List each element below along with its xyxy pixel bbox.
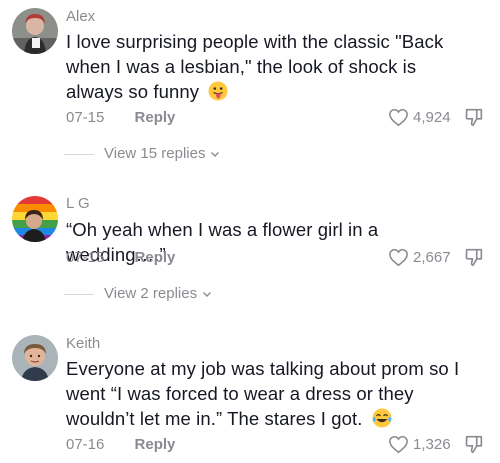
comment-author[interactable]: Keith (66, 335, 100, 353)
view-replies-button[interactable]: View 15 replies (64, 145, 221, 163)
dislike-button[interactable] (463, 106, 485, 128)
reply-button[interactable]: Reply (135, 436, 176, 454)
reply-button[interactable]: Reply (135, 249, 176, 267)
dislike-button[interactable] (463, 433, 485, 455)
dislike-icon (465, 435, 483, 454)
comment-date: 07-16 (66, 436, 105, 453)
comment-author[interactable]: Alex (66, 8, 95, 26)
view-replies-button[interactable]: View 2 replies (64, 285, 213, 303)
heart-icon (388, 435, 409, 454)
heart-icon (388, 248, 409, 267)
view-replies-label: View 15 replies (104, 145, 206, 162)
comment-meta: 07-15 Reply (66, 249, 175, 267)
like-button[interactable]: 1,326 (388, 435, 451, 454)
reply-button[interactable]: Reply (135, 109, 176, 127)
chevron-down-icon (201, 288, 213, 300)
dislike-icon (465, 248, 483, 267)
comment-text-content: I love surprising people with the classi… (66, 31, 444, 102)
like-button[interactable]: 4,924 (388, 108, 451, 127)
comment-text: Everyone at my job was talking about pro… (66, 356, 466, 431)
comment-meta: 07-16 Reply (66, 436, 175, 454)
avatar[interactable] (12, 8, 58, 54)
like-count: 4,924 (413, 108, 451, 126)
view-replies-label: View 2 replies (104, 285, 198, 302)
comment-meta: 07-15 Reply (66, 109, 175, 127)
tears-of-joy-emoji-icon (372, 408, 392, 428)
like-count: 1,326 (413, 435, 451, 453)
dislike-button[interactable] (463, 246, 485, 268)
chevron-down-icon (209, 148, 221, 160)
divider (64, 153, 94, 155)
dislike-icon (465, 108, 483, 127)
comment-text-content: Everyone at my job was talking about pro… (66, 358, 460, 429)
comment-date: 07-15 (66, 249, 105, 266)
heart-icon (388, 108, 409, 127)
avatar[interactable] (12, 335, 58, 381)
like-button[interactable]: 2,667 (388, 248, 451, 267)
comment-date: 07-15 (66, 109, 105, 126)
comment-author[interactable]: L G (66, 195, 90, 213)
like-count: 2,667 (413, 248, 451, 266)
divider (64, 293, 94, 295)
comment-text: I love surprising people with the classi… (66, 29, 466, 104)
tongue-out-emoji-icon (208, 81, 228, 101)
avatar[interactable] (12, 196, 58, 242)
